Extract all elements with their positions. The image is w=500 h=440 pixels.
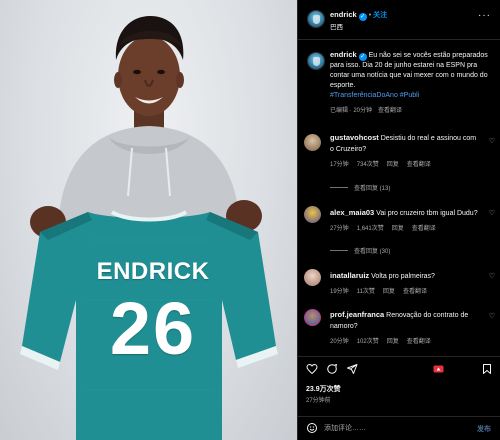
comment-like-heart-icon[interactable]: ♡ — [489, 209, 495, 217]
post-comment-button[interactable]: 发布 — [477, 424, 491, 434]
view-replies-button[interactable]: 查看回复 (30) — [330, 246, 390, 255]
view-replies-label: 查看回复 (30) — [354, 249, 391, 255]
comment-meta: 20分钟 102次赞 回复 查看翻译 — [330, 336, 439, 345]
jersey-number-text: 26 — [109, 287, 197, 370]
comment-meta: 19分钟 11次赞 回复 查看翻译 — [330, 286, 435, 295]
author-avatar[interactable] — [307, 10, 325, 28]
replies-divider — [330, 187, 348, 188]
caption-translate-link[interactable]: 查看翻译 — [378, 108, 402, 114]
comment-text-line: gustavohcost Desistiu do real e assinou … — [330, 132, 480, 155]
comment-avatar[interactable] — [304, 206, 321, 223]
likes-count[interactable]: 23.9万次赞 — [306, 384, 341, 394]
post-side-panel: endrick ✓ • 关注 巴西 ··· endrick ✓ Eu não sei s… — [297, 0, 500, 440]
view-replies-label: 查看回复 (13) — [354, 186, 391, 192]
comment-time: 27分钟 — [330, 226, 349, 232]
comment-like-heart-icon[interactable]: ♡ — [489, 137, 495, 145]
promo-badge-icon[interactable] — [432, 363, 445, 375]
caption-text-line: endrick ✓ Eu não sei se vocês estão prepa… — [330, 50, 492, 91]
more-options-icon[interactable]: ··· — [478, 10, 491, 21]
author-line: endrick ✓ • 关注 — [330, 10, 387, 21]
comment-avatar[interactable] — [304, 269, 321, 286]
heart-icon[interactable] — [306, 363, 318, 375]
comment-meta: 17分钟 734次赞 回复 查看翻译 — [330, 159, 439, 168]
comment-meta: 27分钟 1,641次赞 回复 查看翻译 — [330, 223, 444, 232]
comment-avatar[interactable] — [304, 309, 321, 326]
comment-text-line: alex_maia03 Vai pro cruzeiro tbm igual D… — [330, 207, 480, 219]
comment-text: Volta pro palmeiras? — [371, 273, 435, 280]
verified-badge-icon: ✓ — [358, 13, 367, 21]
comment-text: Vai pro cruzeiro tbm igual Dudu? — [376, 210, 478, 217]
comment-avatar[interactable] — [304, 134, 321, 151]
comment-text-line: prof.jeanfranca Renovação do contrato de… — [330, 309, 480, 332]
caption-edited: 已编辑 · 20分钟 — [330, 108, 373, 114]
comment-username[interactable]: alex_maia03 — [330, 208, 374, 217]
comment-time: 19分钟 — [330, 289, 349, 295]
comment-translate-link[interactable]: 查看翻译 — [403, 289, 427, 295]
caption-hashtags[interactable]: #TransferênciaDoAno #Publi — [330, 91, 492, 101]
comment-username[interactable]: gustavohcost — [330, 133, 379, 142]
comment-username[interactable]: prof.jeanfranca — [330, 310, 384, 319]
comment-likes[interactable]: 11次赞 — [357, 289, 375, 295]
comment-reply-button[interactable]: 回复 — [387, 162, 399, 168]
comment-translate-link[interactable]: 查看翻译 — [412, 226, 436, 232]
add-comment-bar: 发布 — [298, 416, 500, 440]
comment-time: 17分钟 — [330, 162, 349, 168]
post-time: 27分钟前 — [306, 398, 331, 404]
comment-like-heart-icon[interactable]: ♡ — [489, 272, 495, 280]
comment-time: 20分钟 — [330, 339, 349, 345]
comments-list[interactable]: endrick ✓ Eu não sei se vocês estão prepa… — [298, 41, 500, 356]
comment-username[interactable]: inatallaruiz — [330, 271, 369, 280]
header-separator: • — [368, 12, 372, 19]
caption-verified-icon: ✓ — [358, 53, 367, 61]
follow-button[interactable]: 关注 — [373, 12, 387, 19]
comment-translate-link[interactable]: 查看翻译 — [407, 339, 431, 345]
comment-reply-button[interactable]: 回复 — [392, 226, 404, 232]
caption-block: endrick ✓ Eu não sei se vocês estão prepa… — [330, 50, 492, 114]
comment-likes[interactable]: 734次赞 — [357, 162, 379, 168]
location-link[interactable]: 巴西 — [330, 21, 343, 31]
comment-text-line: inatallaruiz Volta pro palmeiras? — [330, 270, 480, 282]
comment-reply-button[interactable]: 回复 — [383, 289, 395, 295]
comment-reply-button[interactable]: 回复 — [387, 339, 399, 345]
emoji-icon[interactable] — [306, 422, 318, 434]
comment-translate-link[interactable]: 查看翻译 — [407, 162, 431, 168]
post-image[interactable]: ENDRICK 26 — [0, 0, 297, 440]
jersey-name-text: ENDRICK — [96, 258, 210, 285]
replies-divider — [330, 250, 348, 251]
comment-icon[interactable] — [326, 363, 338, 375]
comment-input[interactable] — [324, 422, 464, 435]
post-header: endrick ✓ • 关注 巴西 ··· — [298, 0, 500, 40]
post-modal: ENDRICK 26 endrick ✓ • 关注 巴西 ··· endrick ✓ E… — [0, 0, 500, 440]
post-actions: 23.9万次赞 27分钟前 — [298, 356, 500, 416]
caption-avatar[interactable] — [307, 52, 325, 70]
view-replies-button[interactable]: 查看回复 (13) — [330, 183, 390, 192]
comment-likes[interactable]: 1,641次赞 — [357, 226, 384, 232]
caption-meta: 已编辑 · 20分钟 查看翻译 — [330, 105, 492, 114]
author-username[interactable]: endrick — [330, 10, 357, 19]
comment-like-heart-icon[interactable]: ♡ — [489, 312, 495, 320]
caption-username[interactable]: endrick — [330, 50, 357, 59]
player-illustration — [20, 16, 278, 440]
comment-likes[interactable]: 102次赞 — [357, 339, 379, 345]
share-icon[interactable] — [346, 363, 358, 375]
save-icon[interactable] — [481, 363, 493, 375]
